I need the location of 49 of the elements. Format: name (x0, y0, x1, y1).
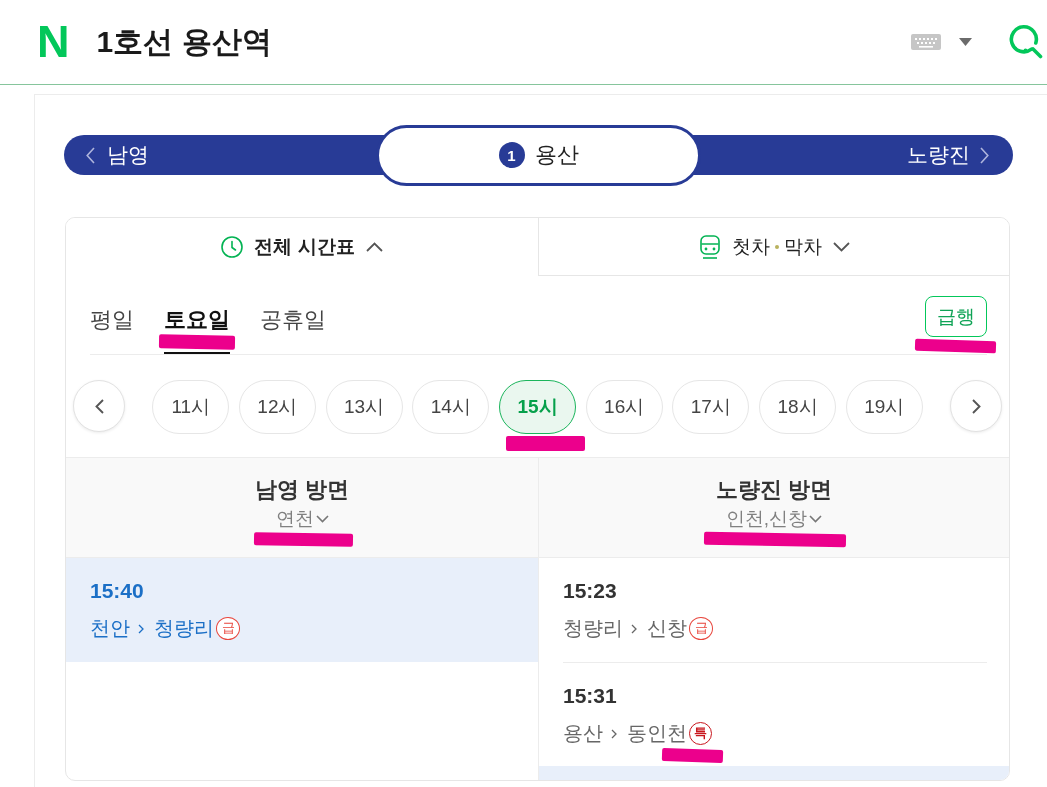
train-icon (698, 234, 721, 259)
chevron-left-icon (94, 398, 104, 414)
terminus-dropdown[interactable]: 인천,신창 (725, 507, 823, 531)
chevron-right-icon (631, 624, 637, 634)
line-number-badge: 1 (498, 142, 525, 168)
departure-time: 15:23 (563, 579, 618, 603)
destination-station: 신창 (647, 616, 687, 640)
chevron-down-icon (315, 515, 329, 523)
origin-station: 천안 (90, 616, 130, 640)
hour-chip[interactable]: 16시 (585, 380, 663, 434)
day-tab[interactable]: 공휴일 (260, 307, 326, 354)
hour-chip[interactable]: 13시 (325, 380, 403, 434)
origin-station: 청량리 (563, 616, 623, 640)
search-button[interactable] (1009, 25, 1043, 59)
caret-icon[interactable] (959, 38, 972, 46)
hour-chip[interactable]: 12시 (238, 380, 316, 434)
hour-chip[interactable]: 19시 (845, 380, 923, 434)
previous-hours-button[interactable] (73, 380, 125, 432)
hour-chip[interactable]: 18시 (759, 380, 837, 434)
departure-time: 15:40 (90, 579, 145, 603)
keyboard-icon[interactable] (911, 34, 941, 50)
terminus-dropdown[interactable]: 연천 (275, 507, 329, 531)
train-type-badge: 급 (689, 616, 713, 640)
origin-station: 용산 (563, 721, 603, 745)
page-title: 1호선 용산역 (96, 23, 272, 60)
direction-title: 남영 방면 (254, 476, 350, 504)
destination-station: 동인천 (627, 721, 687, 745)
chevron-right-icon (980, 146, 989, 164)
hour-chip[interactable]: 17시 (672, 380, 750, 434)
chevron-right-icon (138, 624, 144, 634)
day-tab[interactable]: 평일 (90, 307, 134, 354)
train-type-badge: 급 (216, 616, 240, 640)
next-station-link[interactable]: 노량진 (907, 135, 1013, 175)
departure-time: 15:31 (563, 684, 618, 708)
view-tab[interactable]: 첫차 막차 (538, 218, 1009, 276)
search-icon (1009, 25, 1043, 59)
chevron-right-icon (611, 729, 617, 739)
chevron-right-icon (971, 398, 981, 414)
hour-chip[interactable]: 11시 (152, 380, 230, 434)
next-hours-button[interactable] (950, 380, 1002, 432)
chevron-left-icon (86, 146, 95, 164)
prev-station-link[interactable]: 남영 (64, 135, 149, 175)
chevron-down-icon (809, 515, 823, 523)
clock-icon (221, 236, 244, 258)
separator-dot-icon (774, 244, 779, 249)
station-name: 용산 (534, 141, 579, 169)
direction-title: 노량진 방면 (715, 476, 833, 504)
destination-station: 청량리 (154, 616, 214, 640)
hour-chip[interactable]: 14시 (412, 380, 490, 434)
